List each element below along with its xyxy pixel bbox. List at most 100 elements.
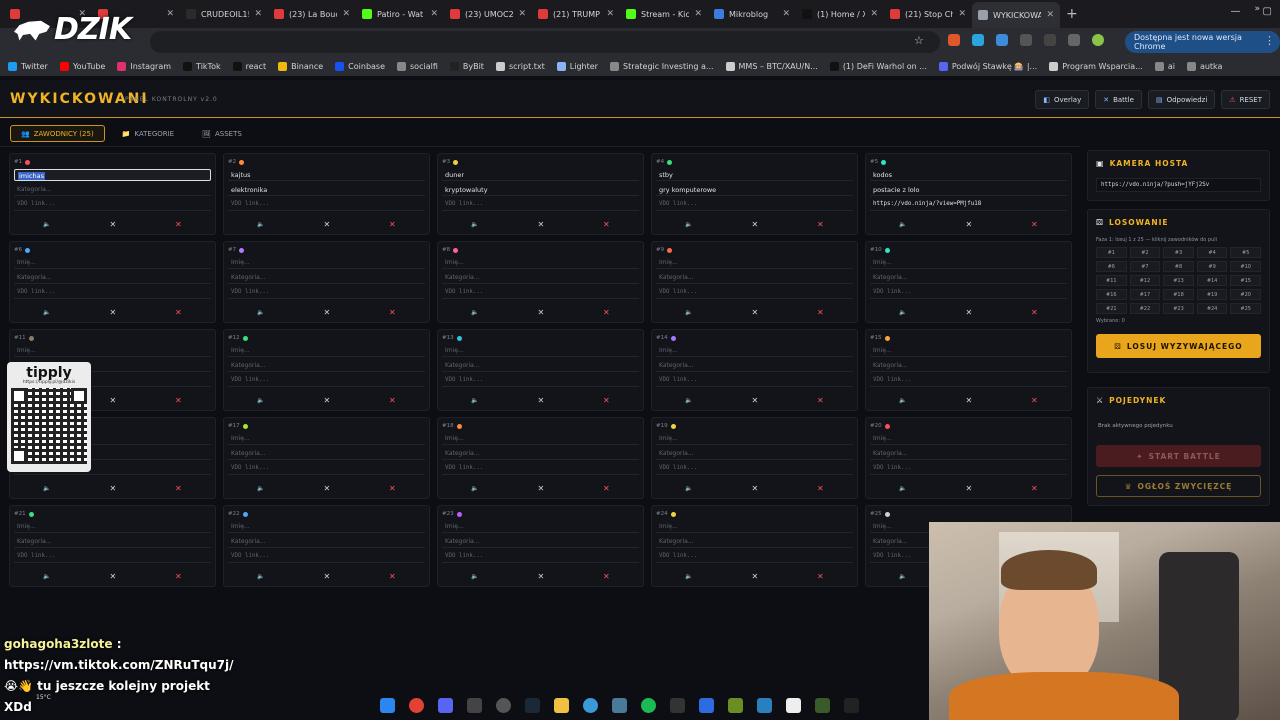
close-icon[interactable]: ✕ — [958, 9, 966, 19]
speaker-icon[interactable]: 🔈 — [899, 221, 906, 228]
bookmark-item[interactable]: ByBit — [449, 61, 484, 71]
swords-icon[interactable]: ✕ — [966, 396, 973, 405]
contestant-vdo-input[interactable]: VDO link... — [228, 375, 425, 387]
draw-number-button[interactable]: #7 — [1129, 261, 1161, 272]
browser-tab[interactable]: (1) Home / X ✕ — [796, 1, 884, 27]
bookmark-item[interactable]: TikTok — [183, 61, 221, 71]
contestant-category-input[interactable]: Kategoria... — [442, 272, 639, 284]
contestant-vdo-input[interactable]: VDO link... — [228, 199, 425, 211]
contestant-category-input[interactable]: Kategoria... — [870, 272, 1067, 284]
contestant-name-input[interactable]: Imię... — [228, 257, 425, 269]
bookmarks-overflow-icon[interactable]: » — [1254, 4, 1260, 14]
contestant-vdo-input[interactable]: VDO link... — [442, 551, 639, 563]
contestant-category-input[interactable]: Kategoria... — [442, 360, 639, 372]
delete-icon[interactable]: ✕ — [175, 396, 182, 405]
speaker-icon[interactable]: 🔈 — [899, 397, 906, 404]
header-button-overlay[interactable]: ◧ Overlay — [1035, 90, 1090, 109]
draw-number-button[interactable]: #20 — [1230, 289, 1261, 300]
app-icon[interactable] — [815, 697, 830, 713]
contestant-vdo-input[interactable]: VDO link... — [656, 199, 853, 211]
contestant-category-input[interactable]: Kategoria... — [228, 536, 425, 548]
swords-icon[interactable]: ✕ — [966, 220, 973, 229]
delete-icon[interactable]: ✕ — [817, 572, 824, 581]
contestant-name-input[interactable]: Imię... — [228, 345, 425, 357]
draw-number-button[interactable]: #25 — [1230, 303, 1261, 314]
bookmark-item[interactable]: socialfi — [397, 61, 438, 71]
draw-number-button[interactable]: #21 — [1096, 303, 1127, 314]
contestant-name-input[interactable]: Imię... — [442, 257, 639, 269]
contestant-name-input[interactable]: Imię... — [656, 433, 853, 445]
delete-icon[interactable]: ✕ — [603, 220, 610, 229]
contestant-category-input[interactable]: Kategoria... — [656, 448, 853, 460]
browser-tab[interactable]: WYKICKOWA ✕ — [972, 2, 1060, 28]
terminal-icon[interactable] — [844, 697, 859, 713]
bookmark-item[interactable]: Lighter — [556, 61, 598, 71]
contestant-category-input[interactable]: Kategoria... — [14, 536, 211, 548]
speaker-icon[interactable]: 🔈 — [257, 397, 264, 404]
contestant-vdo-input[interactable]: VDO link... — [14, 551, 211, 563]
draw-number-button[interactable]: #2 — [1129, 247, 1161, 258]
contestant-category-input[interactable]: Kategoria... — [870, 360, 1067, 372]
swords-icon[interactable]: ✕ — [752, 572, 759, 581]
speaker-icon[interactable]: 🔈 — [257, 309, 264, 316]
delete-icon[interactable]: ✕ — [817, 220, 824, 229]
contestant-vdo-input[interactable]: VDO link... — [442, 375, 639, 387]
contestant-name-input[interactable]: Imię... — [870, 345, 1067, 357]
bookmark-item[interactable]: autka — [1186, 61, 1222, 71]
delete-icon[interactable]: ✕ — [175, 220, 182, 229]
speaker-icon[interactable]: 🔈 — [43, 573, 50, 580]
edge-icon[interactable] — [583, 697, 598, 713]
draw-number-button[interactable]: #12 — [1129, 275, 1161, 286]
close-icon[interactable]: ✕ — [1046, 10, 1054, 20]
contestant-vdo-input[interactable]: VDO link... — [656, 375, 853, 387]
header-button-reset[interactable]: ⚠ RESET — [1221, 90, 1270, 109]
swords-icon[interactable]: ✕ — [324, 220, 331, 229]
delete-icon[interactable]: ✕ — [1031, 308, 1038, 317]
contestant-name-input[interactable]: stby — [656, 169, 853, 181]
delete-icon[interactable]: ✕ — [389, 308, 396, 317]
profile-avatar[interactable] — [1092, 34, 1104, 46]
new-tab-icon[interactable]: + — [1066, 6, 1078, 22]
bookmark-item[interactable]: script.txt — [495, 61, 545, 71]
bookmark-item[interactable]: (1) DeFi Warhol on ... — [829, 61, 927, 71]
announce-winner-button[interactable]: ♛ OGŁOŚ ZWYCIĘZCĘ — [1096, 475, 1261, 497]
app-icon[interactable] — [612, 697, 627, 713]
close-icon[interactable]: ✕ — [166, 9, 174, 19]
swords-icon[interactable]: ✕ — [324, 308, 331, 317]
speaker-icon[interactable]: 🔈 — [685, 309, 692, 316]
delete-icon[interactable]: ✕ — [1031, 396, 1038, 405]
bookmark-item[interactable]: ai — [1154, 61, 1175, 71]
contestant-category-input[interactable]: Kategoria... — [656, 272, 853, 284]
browser-tab[interactable]: (21) TRUMP ✕ — [532, 1, 620, 27]
host-url-field[interactable]: https://vdo.ninja/?push=jYFj2Sv — [1096, 178, 1261, 192]
contestant-name-input[interactable]: Imię... — [14, 521, 211, 533]
delete-icon[interactable]: ✕ — [1031, 484, 1038, 493]
bookmark-star-icon[interactable]: ☆ — [914, 34, 924, 47]
swords-icon[interactable]: ✕ — [324, 572, 331, 581]
draw-number-button[interactable]: #15 — [1230, 275, 1261, 286]
swords-icon[interactable]: ✕ — [752, 396, 759, 405]
browser-tab[interactable]: (23) La Bouc ✕ — [268, 1, 356, 27]
swords-icon[interactable]: ✕ — [538, 572, 545, 581]
draw-number-button[interactable]: #17 — [1129, 289, 1161, 300]
speaker-icon[interactable]: 🔈 — [899, 573, 906, 580]
close-icon[interactable]: ✕ — [254, 9, 262, 19]
app-icon[interactable] — [757, 697, 772, 713]
draw-number-button[interactable]: #8 — [1163, 261, 1194, 272]
swords-icon[interactable]: ✕ — [324, 396, 331, 405]
app-icon[interactable] — [467, 697, 482, 713]
speaker-icon[interactable]: 🔈 — [43, 485, 50, 492]
contestant-category-input[interactable]: Kategoria... — [228, 448, 425, 460]
contestant-name-input[interactable]: Imię... — [228, 433, 425, 445]
draw-number-button[interactable]: #23 — [1163, 303, 1194, 314]
contestant-vdo-input[interactable]: VDO link... — [442, 463, 639, 475]
speaker-icon[interactable]: 🔈 — [43, 309, 50, 316]
close-icon[interactable]: ✕ — [518, 9, 526, 19]
swords-icon[interactable]: ✕ — [110, 220, 117, 229]
delete-icon[interactable]: ✕ — [175, 572, 182, 581]
contestant-category-input[interactable]: Kategoria... — [14, 184, 211, 196]
speaker-icon[interactable]: 🔈 — [899, 309, 906, 316]
app-icon[interactable] — [728, 697, 743, 713]
contestant-category-input[interactable]: Kategoria... — [656, 536, 853, 548]
close-icon[interactable]: ✕ — [782, 9, 790, 19]
